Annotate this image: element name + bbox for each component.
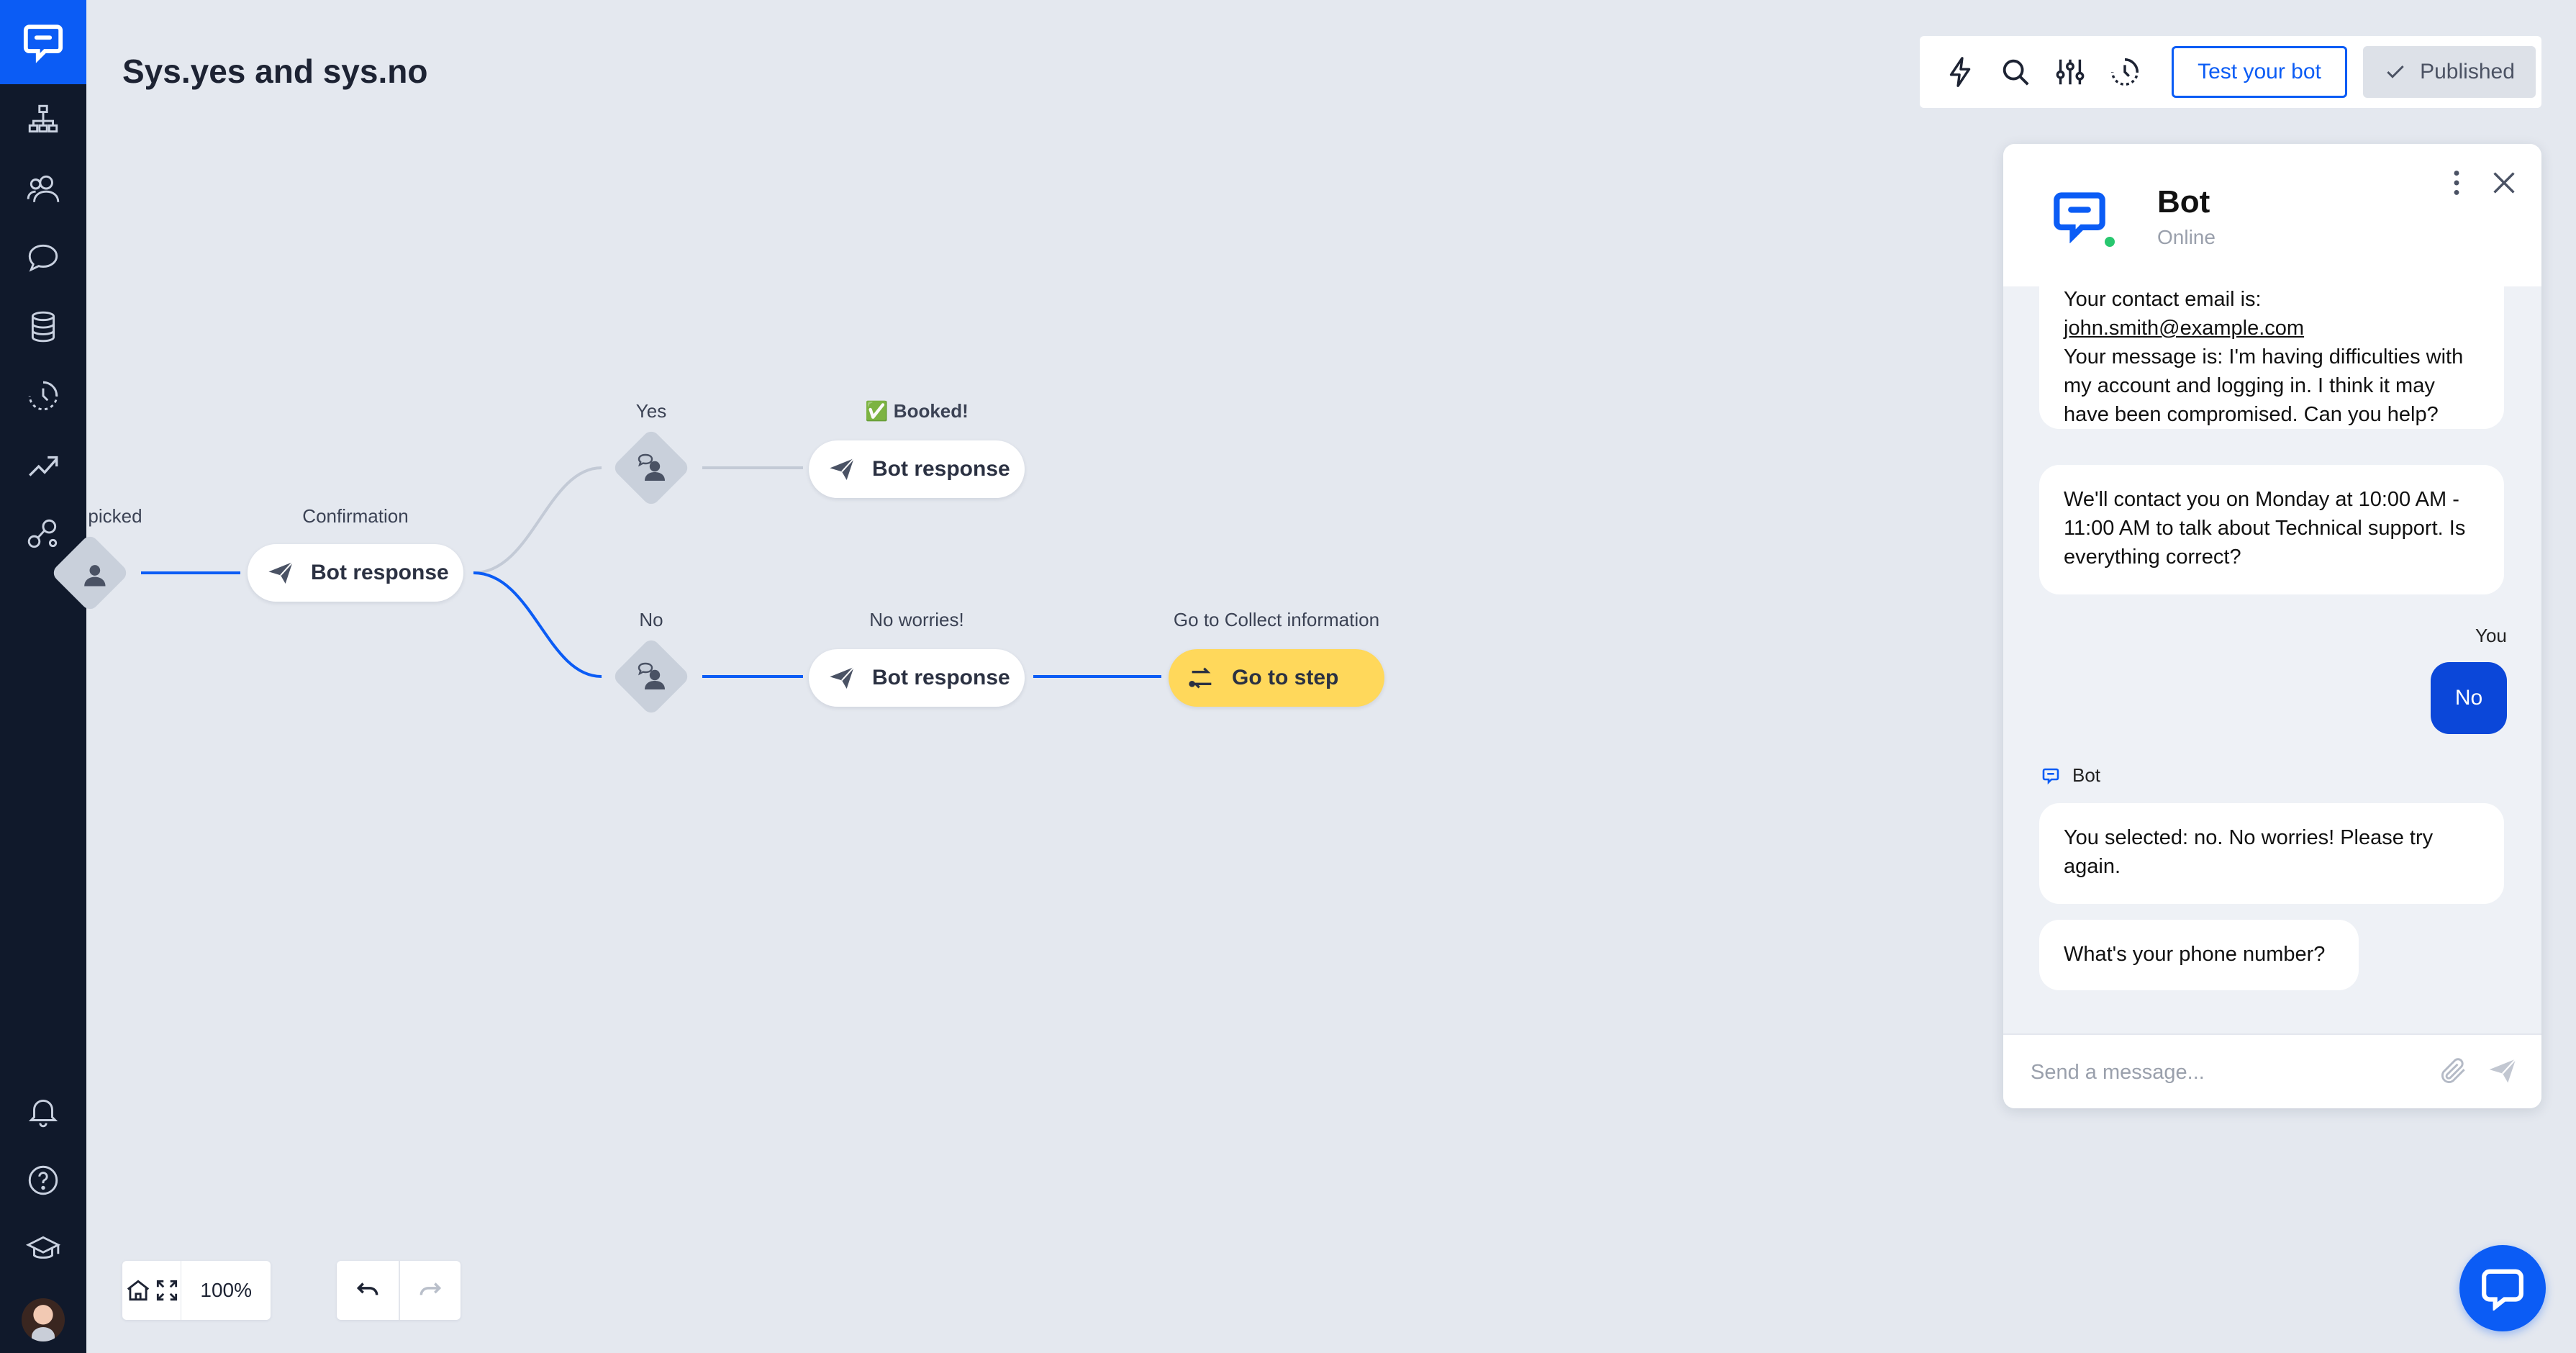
attachment-icon[interactable] bbox=[2435, 1052, 2472, 1090]
bot-message-confirmation: We'll contact you on Monday at 10:00 AM … bbox=[2039, 465, 2504, 594]
booked-label: ✅ Booked! bbox=[865, 400, 969, 422]
yes-bot-response-node[interactable]: Bot response bbox=[809, 440, 1025, 498]
close-icon[interactable] bbox=[2484, 163, 2524, 203]
bot-message-phone-question: What's your phone number? bbox=[2039, 920, 2359, 990]
chat-widget-button[interactable] bbox=[2459, 1245, 2546, 1331]
chat-bubble-icon bbox=[2482, 1269, 2523, 1311]
send-icon bbox=[268, 561, 294, 584]
email-link[interactable]: john.smith@example.com bbox=[2064, 314, 2480, 343]
bot-message-contact-summary: Your contact email is: john.smith@exampl… bbox=[2039, 266, 2504, 429]
message-composer bbox=[2003, 1033, 2541, 1108]
history-controls bbox=[337, 1261, 461, 1320]
online-status-dot bbox=[2103, 235, 2117, 249]
bot-response-label: Bot response bbox=[872, 457, 1010, 481]
zoom-level[interactable]: 100% bbox=[181, 1279, 271, 1302]
sender-bot-label: Bot bbox=[2042, 764, 2100, 787]
view-controls: 100% bbox=[122, 1261, 271, 1320]
undo-icon[interactable] bbox=[337, 1261, 399, 1320]
user-input-icon bbox=[630, 655, 674, 698]
message-text: What's your phone number? bbox=[2064, 943, 2326, 966]
user-input-icon bbox=[630, 446, 674, 489]
message-line: Your contact email is: bbox=[2064, 288, 2262, 311]
bot-avatar-icon bbox=[2054, 192, 2105, 243]
redo-icon[interactable] bbox=[400, 1261, 461, 1320]
more-options-icon[interactable] bbox=[2436, 163, 2477, 203]
bot-name: Bot bbox=[2157, 184, 2210, 220]
bot-response-label: Bot response bbox=[872, 666, 1010, 689]
confirmation-label: Confirmation bbox=[302, 505, 409, 527]
fit-screen-icon[interactable] bbox=[153, 1261, 181, 1320]
bot-status: Online bbox=[2157, 226, 2216, 248]
sender-bot-name: Bot bbox=[2072, 764, 2101, 786]
goto-collect-label: Go to Collect information bbox=[1173, 609, 1380, 630]
picked-label: picked bbox=[88, 505, 142, 527]
home-icon[interactable] bbox=[122, 1261, 153, 1320]
go-to-step-node[interactable]: Go to step bbox=[1169, 649, 1384, 707]
no-label: No bbox=[639, 609, 663, 630]
yes-label: Yes bbox=[635, 400, 667, 422]
sender-you-label: You bbox=[2475, 625, 2507, 646]
send-message-icon[interactable] bbox=[2484, 1052, 2521, 1090]
user-message: No bbox=[2431, 662, 2507, 734]
no-worries-label: No worries! bbox=[869, 609, 964, 630]
message-input[interactable] bbox=[2031, 1056, 2419, 1088]
bot-small-icon bbox=[2042, 768, 2059, 784]
go-to-icon bbox=[1189, 667, 1212, 689]
test-bot-chat-panel: Your contact email is: john.smith@exampl… bbox=[2003, 144, 2541, 1108]
message-text: We'll contact you on Monday at 10:00 AM … bbox=[2064, 488, 2466, 569]
bot-message-selected-no: You selected: no. No worries! Please try… bbox=[2039, 803, 2504, 904]
no-bot-response-node[interactable]: Bot response bbox=[809, 649, 1025, 707]
chat-header: Bot Online bbox=[2003, 144, 2541, 286]
message-text: You selected: no. No worries! Please try… bbox=[2064, 826, 2434, 878]
go-to-step-label: Go to step bbox=[1232, 666, 1339, 689]
confirmation-bot-response-node[interactable]: Bot response bbox=[248, 544, 463, 602]
send-icon bbox=[830, 458, 855, 480]
user-input-icon bbox=[72, 553, 115, 596]
bot-response-label: Bot response bbox=[311, 561, 449, 584]
send-icon bbox=[830, 666, 855, 689]
message-text: Your message is: I'm having difficulties… bbox=[2064, 345, 2464, 426]
